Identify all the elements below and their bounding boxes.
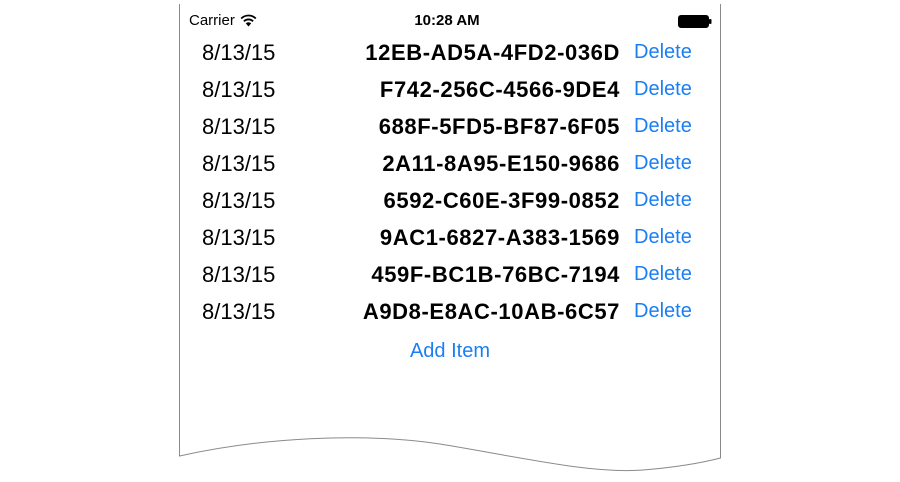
delete-button[interactable]: Delete bbox=[634, 293, 692, 330]
delete-button[interactable]: Delete bbox=[634, 34, 692, 71]
phone-screen: Carrier 10:28 AM 8/13/15 12EB-AD5A-4FD2-… bbox=[0, 0, 900, 482]
row-date: 8/13/15 bbox=[202, 77, 276, 102]
row-date: 8/13/15 bbox=[202, 188, 276, 213]
row-code: 2A11-8A95-E150-9686 bbox=[382, 151, 620, 176]
delete-button[interactable]: Delete bbox=[634, 71, 692, 108]
row-code: A9D8-E8AC-10AB-6C57 bbox=[362, 299, 620, 324]
row-code: 688F-5FD5-BF87-6F05 bbox=[378, 114, 620, 139]
add-item-button[interactable]: Add Item bbox=[180, 340, 720, 363]
list-row: 8/13/15 F742-256C-4566-9DE4 Delete bbox=[180, 71, 714, 108]
row-code: 459F-BC1B-76BC-7194 bbox=[371, 262, 620, 287]
row-date: 8/13/15 bbox=[202, 40, 276, 65]
list-row: 8/13/15 459F-BC1B-76BC-7194 Delete bbox=[180, 256, 714, 293]
row-code: 9AC1-6827-A383-1569 bbox=[379, 225, 620, 250]
list-row: 8/13/15 12EB-AD5A-4FD2-036D Delete bbox=[180, 34, 714, 71]
battery-icon bbox=[678, 15, 712, 28]
delete-button[interactable]: Delete bbox=[634, 145, 692, 182]
list-row: 8/13/15 9AC1-6827-A383-1569 Delete bbox=[180, 219, 714, 256]
list-row: 8/13/15 2A11-8A95-E150-9686 Delete bbox=[180, 145, 714, 182]
list-row: 8/13/15 688F-5FD5-BF87-6F05 Delete bbox=[180, 108, 714, 145]
row-date: 8/13/15 bbox=[202, 299, 276, 324]
delete-button[interactable]: Delete bbox=[634, 219, 692, 256]
status-time: 10:28 AM bbox=[414, 12, 480, 29]
row-date: 8/13/15 bbox=[202, 225, 276, 250]
row-code: 12EB-AD5A-4FD2-036D bbox=[365, 40, 620, 65]
item-list: 8/13/15 12EB-AD5A-4FD2-036D Delete 8/13/… bbox=[180, 34, 714, 330]
delete-button[interactable]: Delete bbox=[634, 182, 692, 219]
list-row: 8/13/15 6592-C60E-3F99-0852 Delete bbox=[180, 182, 714, 219]
row-date: 8/13/15 bbox=[202, 151, 276, 176]
status-bar: Carrier 10:28 AM bbox=[180, 10, 714, 34]
row-date: 8/13/15 bbox=[202, 114, 276, 139]
row-date: 8/13/15 bbox=[202, 262, 276, 287]
row-code: 6592-C60E-3F99-0852 bbox=[383, 188, 620, 213]
delete-button[interactable]: Delete bbox=[634, 108, 692, 145]
row-code: F742-256C-4566-9DE4 bbox=[379, 77, 620, 102]
list-row: 8/13/15 A9D8-E8AC-10AB-6C57 Delete bbox=[180, 293, 714, 330]
delete-button[interactable]: Delete bbox=[634, 256, 692, 293]
